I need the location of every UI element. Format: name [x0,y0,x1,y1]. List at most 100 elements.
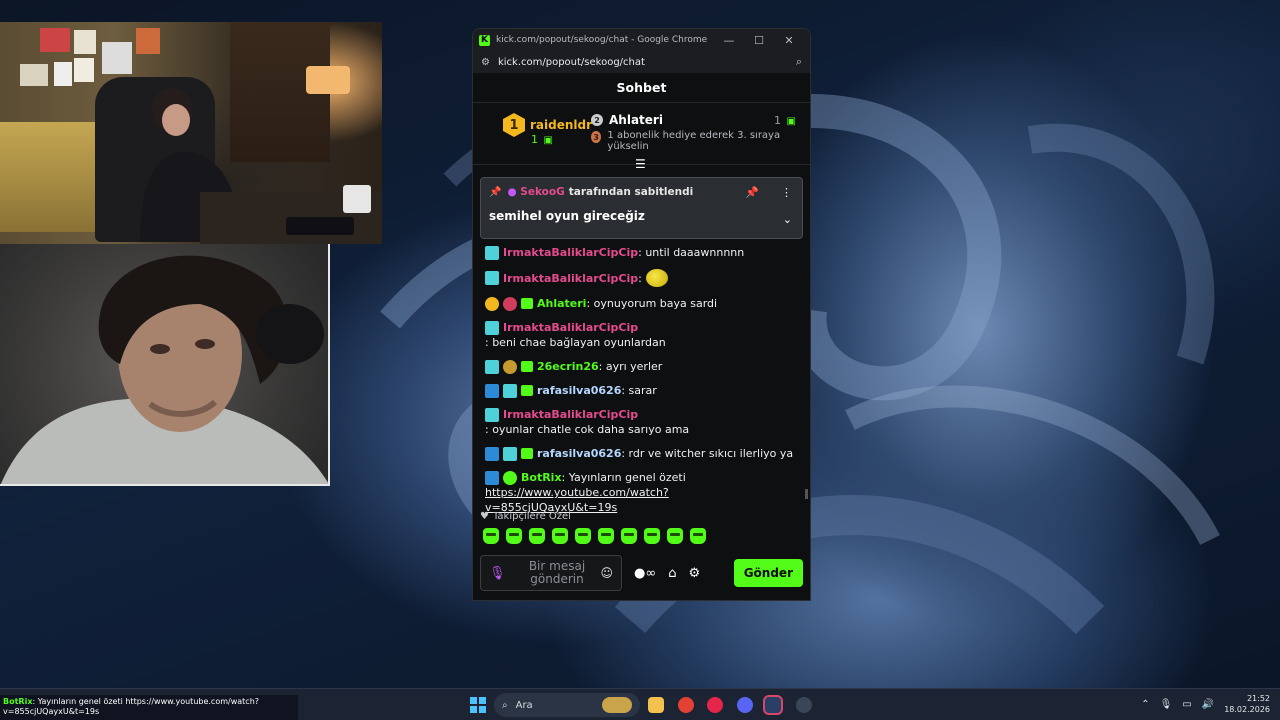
follower-emote[interactable] [552,528,568,544]
gift-badge-icon [521,385,533,396]
site-info-icon[interactable]: ⚙ [481,57,490,68]
leaderboard: 1 raidenldr 1 ▣ 2 Ahlateri 1 ▣ 3 1 abone… [473,103,810,171]
med-badge-icon [503,359,517,374]
chat-input-placeholder[interactable]: Bir mesaj gönderin [514,560,601,586]
leader-second[interactable]: 2 Ahlateri 1 ▣ 3 1 abonelik hediye edere… [591,113,796,152]
follower-emote[interactable] [506,528,522,544]
gift-icon: ▣ [786,115,796,127]
chat-message[interactable]: IrmaktaBaliklarCipCip: [485,269,800,287]
ticker-user: BotRix [3,697,33,706]
scrollbar[interactable] [805,489,808,499]
follower-emote[interactable] [667,528,683,544]
follower-emote[interactable] [644,528,660,544]
rank-1-badge: 1 [503,113,525,137]
chevron-up-icon[interactable]: ⌃ [1141,699,1149,710]
store-icon[interactable]: ⌂ [668,566,676,581]
chat-message[interactable]: IrmaktaBaliklarCipCip: until daaawnnnnn [485,245,800,260]
vip-badge-icon [485,446,499,461]
pinned-by-text: tarafından sabitlendi [568,186,694,198]
windows-start-icon[interactable] [470,697,486,713]
steam-icon[interactable] [763,695,783,715]
chat-message[interactable]: 26ecrin26: ayrı yerler [485,359,800,374]
chat-username[interactable]: IrmaktaBaliklarCipCip [503,407,638,422]
chat-username[interactable]: IrmaktaBaliklarCipCip [503,245,638,260]
zoom-icon[interactable]: ⌕ [796,55,802,69]
address-bar[interactable]: ⚙ kick.com/popout/sekoog/chat ⌕ [473,51,810,73]
pinned-message[interactable]: 📌 ● SekooG tarafından sabitlendi 📌 ⋮ sem… [480,177,803,239]
chevron-down-icon[interactable]: ⌄ [783,213,792,226]
minimize-icon[interactable]: — [714,34,744,47]
chat-text: : oyunlar chatle cok daha sarıyo ama [485,423,690,436]
taskbar-search[interactable]: ⌕ Ara [494,693,640,717]
follower-emote[interactable] [621,528,637,544]
gift-icon: ▣ [543,135,553,146]
emote-row [480,528,805,544]
search-highlight-image [602,697,632,713]
file-explorer-icon[interactable] [648,697,664,713]
chat-username[interactable]: IrmaktaBaliklarCipCip [503,320,638,335]
pin-icon: 📌 [489,186,502,198]
chat-ticker: BotRix: Yayınların genel özeti https://w… [0,695,298,720]
system-tray: ⌃ 🎙 ▭ 🔊 21:52 18.02.2026 [1141,693,1270,715]
webcam-room [0,22,382,244]
rank-2-badge: 2 [591,114,603,126]
chat-message[interactable]: rafasilva0626: sarar [485,383,800,398]
microphone-icon[interactable]: 🎙 [1160,699,1173,710]
kick-favicon: K [479,34,490,46]
chat-message[interactable]: Ahlateri: oynuyorum baya sardi [485,296,800,311]
lamp [306,66,350,94]
app-icon[interactable] [796,697,812,713]
follower-emote[interactable] [598,528,614,544]
chat-message[interactable]: BotRix: Yayınların genel özeti https://ww… [485,470,800,515]
media-player-icon[interactable] [707,697,723,713]
volume-icon[interactable]: 🔊 [1202,699,1214,710]
follower-emote[interactable] [690,528,706,544]
emoji-icon[interactable]: ☺ [600,566,613,580]
gift-badge-icon [521,361,533,372]
follower-emote[interactable] [575,528,591,544]
chrome-icon[interactable] [678,697,694,713]
chat-emote [645,269,668,287]
chat-username[interactable]: IrmaktaBaliklarCipCip [503,271,638,286]
more-options-icon[interactable]: ⋮ [781,186,792,199]
sub-badge-icon [485,271,499,285]
chat-username[interactable]: rafasilva0626 [537,383,621,398]
kicks-icon[interactable]: ●∞ [634,566,656,581]
window-titlebar[interactable]: K kick.com/popout/sekoog/chat - Google C… [473,29,810,51]
chat-username[interactable]: BotRix [521,470,562,485]
chat-text: : Yayınların genel özeti [561,471,686,484]
chat-text: : ayrı yerler [598,360,663,373]
chat-message[interactable]: IrmaktaBaliklarCipCip: oyunlar chatle co… [485,407,800,437]
settings-gear-icon[interactable]: ⚙ [688,566,700,581]
follower-emote[interactable] [483,528,499,544]
expand-leaderboard-icon[interactable]: ☰ [635,157,646,171]
display-icon[interactable]: ▭ [1182,699,1191,710]
url-text[interactable]: kick.com/popout/sekoog/chat [498,57,796,68]
mic-icon: 🎙 [489,565,506,581]
unpin-icon[interactable]: 📌 [745,186,759,199]
taskbar: BotRix: Yayınların genel özeti https://w… [0,688,1280,720]
send-button[interactable]: Gönder [733,559,803,587]
vip-badge-icon [485,470,499,485]
clock[interactable]: 21:52 18.02.2026 [1224,693,1270,715]
chat-input[interactable]: 🎙 Bir mesaj gönderin ☺ [480,555,622,591]
chat-message[interactable]: rafasilva0626: rdr ve witcher sıkıcı ile… [485,446,800,461]
chat-username[interactable]: 26ecrin26 [537,359,599,374]
chat-title: Sohbet [473,73,810,103]
discord-icon[interactable] [737,697,753,713]
chat-username[interactable]: Ahlateri [537,296,586,311]
sub-badge-icon [485,320,499,335]
chat-text: : [638,271,642,285]
chat-message[interactable]: IrmaktaBaliklarCipCip: beni chae bağlaya… [485,320,800,350]
maximize-icon[interactable]: ☐ [744,34,774,47]
chat-username[interactable]: rafasilva0626 [537,446,621,461]
close-icon[interactable]: ✕ [774,34,804,47]
pinned-owner: ● SekooG [507,186,565,198]
rank-3-badge: 3 [591,131,602,143]
chat-text: : until daaawnnnnn [638,246,745,259]
leader-first-count: 1 ▣ [531,133,553,146]
follower-emote[interactable] [529,528,545,544]
leader-first-name: raidenldr [530,118,593,132]
ticker-text: : Yayınların genel özeti https://www.you… [3,697,260,716]
leader-first[interactable]: 1 raidenldr 1 ▣ [503,113,593,146]
